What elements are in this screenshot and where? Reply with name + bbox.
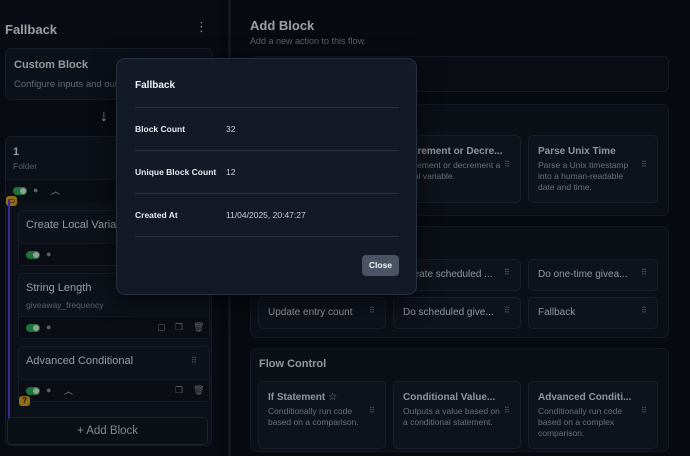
unique-block-count-label: Unique Block Count xyxy=(135,167,217,177)
flow-info-modal: Fallback Block Count 32 Unique Block Cou… xyxy=(116,58,417,295)
close-button[interactable]: Close xyxy=(362,255,399,276)
divider xyxy=(135,193,399,194)
divider xyxy=(135,150,399,151)
divider xyxy=(135,236,399,237)
unique-block-count-value: 12 xyxy=(226,167,236,177)
created-at-value: 11/04/2025, 20:47:27 xyxy=(226,210,306,220)
block-count-label: Block Count xyxy=(135,124,186,134)
created-at-label: Created At xyxy=(135,210,178,220)
divider xyxy=(135,107,399,108)
block-count-value: 32 xyxy=(226,124,236,134)
modal-title: Fallback xyxy=(135,80,176,91)
